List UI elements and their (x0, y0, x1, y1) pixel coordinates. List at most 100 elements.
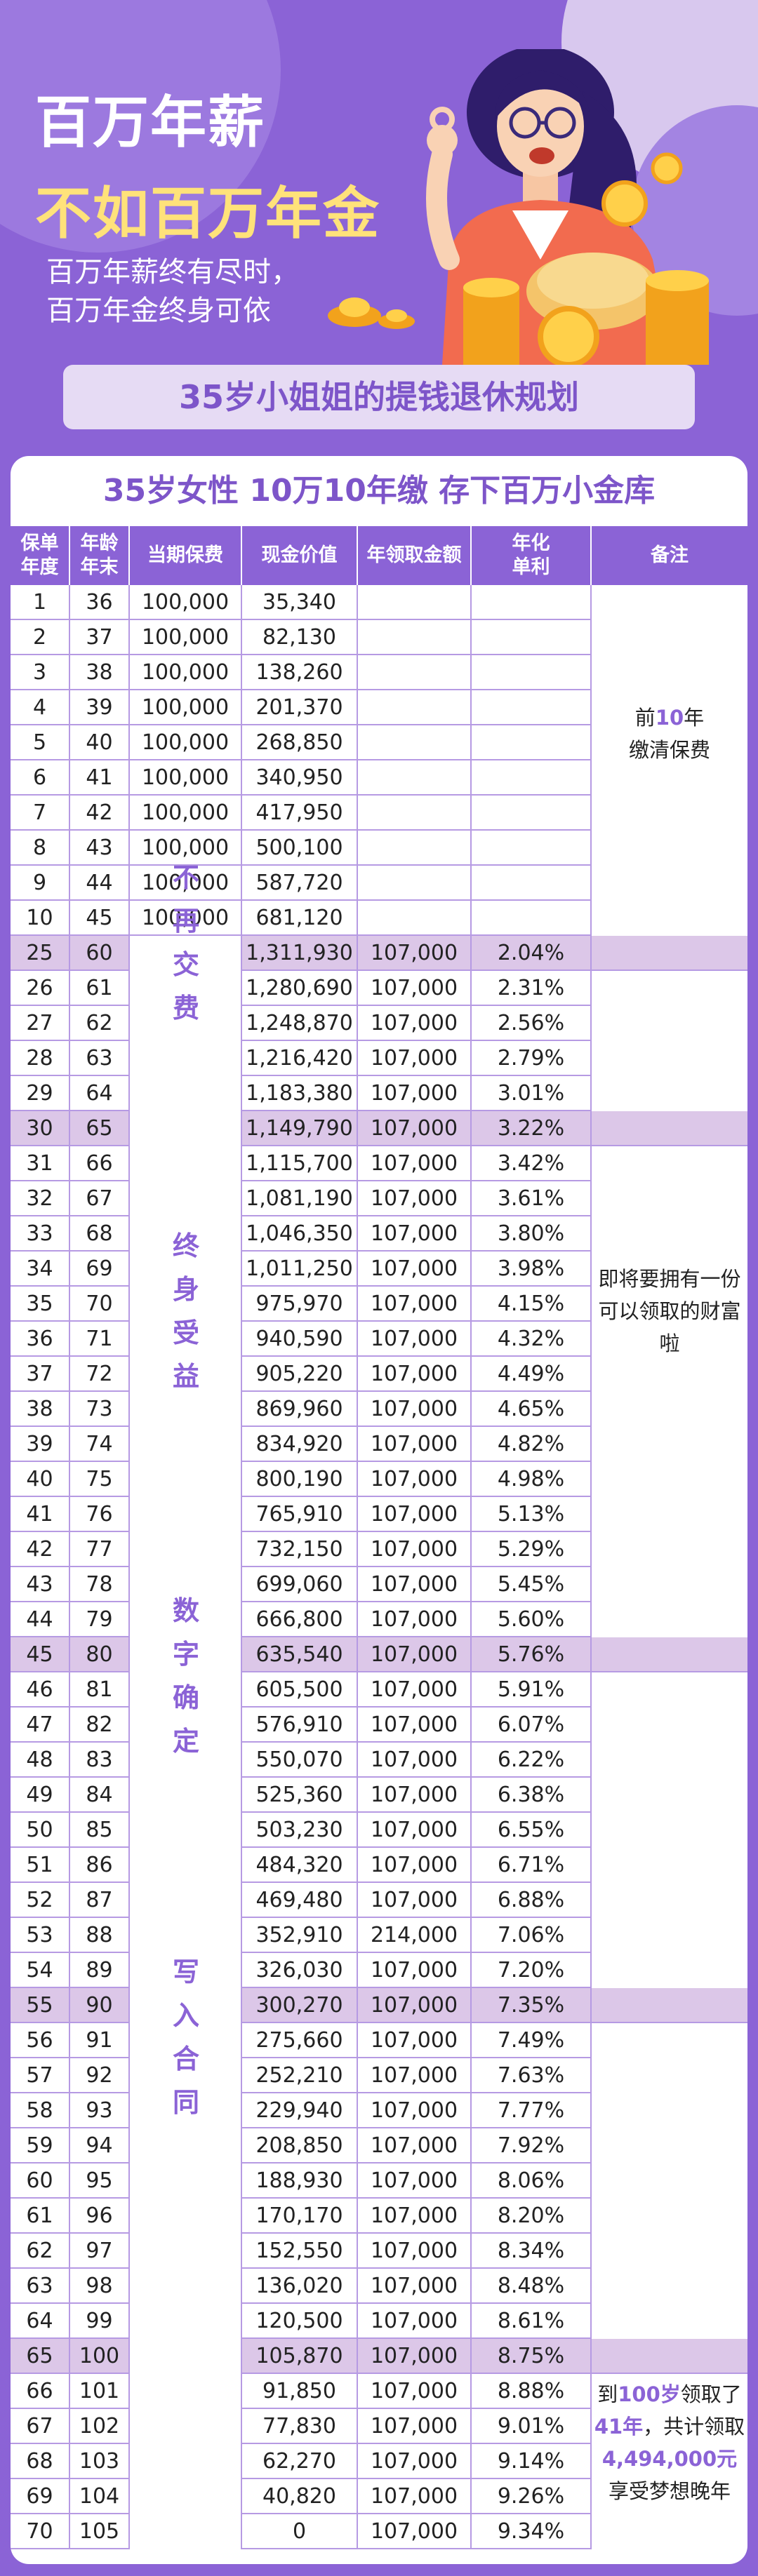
table-cell (592, 866, 747, 901)
table-cell: 834,920 (242, 1427, 358, 1462)
table-cell (130, 1532, 242, 1567)
table-cell (592, 1953, 747, 1988)
table-cell: 40 (11, 1462, 70, 1497)
subtitle-line-2: 百万年金终身可依 (46, 295, 271, 327)
table-cell (130, 1848, 242, 1883)
table-cell (592, 655, 747, 690)
table-cell (592, 1883, 747, 1918)
table-cell: 105 (70, 2514, 130, 2549)
table-cell: 105,870 (242, 2339, 358, 2374)
table-cell: 9.01% (472, 2409, 592, 2444)
table-cell: 352,910 (242, 1918, 358, 1953)
table-cell: 7.35% (472, 1988, 592, 2023)
table-cell (130, 1778, 242, 1813)
table-cell: 107,000 (358, 1883, 472, 1918)
vertical-label: 写入合同 (172, 1957, 199, 2118)
table-cell: 38 (70, 655, 130, 690)
table-cell: 56 (11, 2023, 70, 2058)
table-cell: 68 (11, 2444, 70, 2479)
table-cell (358, 585, 472, 620)
table-cell (592, 1181, 747, 1216)
table-cell: 101 (70, 2374, 130, 2409)
table-cell: 525,360 (242, 1778, 358, 1813)
table-cell (472, 585, 592, 620)
table-cell (472, 796, 592, 831)
table-cell (472, 831, 592, 866)
table-cell (592, 2093, 747, 2128)
table-cell (592, 1602, 747, 1637)
table-cell: 107,000 (358, 1743, 472, 1778)
table-cell (130, 1883, 242, 1918)
table-cell: 60 (11, 2164, 70, 2199)
table-cell: 32 (11, 1181, 70, 1216)
table-cell: 39 (11, 1427, 70, 1462)
table-cell: 2.79% (472, 1041, 592, 1076)
table-cell: 6.22% (472, 1743, 592, 1778)
table-cell: 605,500 (242, 1672, 358, 1708)
table-cell: 81 (70, 1672, 130, 1708)
table-cell (592, 1041, 747, 1076)
table-cell: 97 (70, 2234, 130, 2269)
table-cell (130, 2199, 242, 2234)
table-cell: 103 (70, 2444, 130, 2479)
note-text: 缴清保费 (628, 738, 710, 762)
table-cell (130, 2128, 242, 2164)
table-cell: 3.61% (472, 1181, 592, 1216)
table-cell: 732,150 (242, 1532, 358, 1567)
hero-section: 百万年薪 不如百万年金 百万年薪终有尽时， 百万年金终身可依 35岁小姐姐的提钱… (0, 0, 758, 456)
table-cell (130, 2514, 242, 2549)
table-cell: 4.82% (472, 1427, 592, 1462)
table-cell: 6.07% (472, 1708, 592, 1743)
table-cell: 107,000 (358, 2339, 472, 2374)
table-cell: 10 (11, 901, 70, 936)
table-cell: 71 (70, 1322, 130, 1357)
table-cell (592, 831, 747, 866)
table-cell: 6 (11, 760, 70, 796)
table-cell (592, 1357, 747, 1392)
table-cell: 100,000 (130, 655, 242, 690)
table-cell: 107,000 (358, 971, 472, 1006)
table-cell: 107,000 (358, 1006, 472, 1041)
table-cell (472, 690, 592, 725)
note-highlight: 41年 (594, 2415, 644, 2439)
note-paid-up: 前10年 缴清保费 (592, 702, 747, 766)
table-cell (130, 2339, 242, 2374)
table-cell: 107,000 (358, 1322, 472, 1357)
table-cell: 58 (11, 2093, 70, 2128)
table-cell: 8.75% (472, 2339, 592, 2374)
table-cell (130, 2409, 242, 2444)
vertical-label: 数字确定 (172, 1595, 199, 1757)
table-cell: 152,550 (242, 2234, 358, 2269)
plan-banner: 35岁小姐姐的提钱退休规划 (63, 365, 695, 429)
note-text: 前 (634, 706, 656, 730)
table-cell: 699,060 (242, 1567, 358, 1602)
table-cell (592, 1567, 747, 1602)
table-cell (592, 2058, 747, 2093)
table-cell (472, 901, 592, 936)
table-cell: 107,000 (358, 2304, 472, 2339)
table-cell (130, 1076, 242, 1111)
table-cell: 100,000 (130, 620, 242, 655)
table-cell: 3.80% (472, 1216, 592, 1252)
table-cell: 0 (242, 2514, 358, 2549)
table-cell (592, 1988, 747, 2023)
table-cell: 29 (11, 1076, 70, 1111)
table-cell: 905,220 (242, 1357, 358, 1392)
table-cell: 77,830 (242, 2409, 358, 2444)
table-cell: 61 (70, 971, 130, 1006)
table-cell (592, 1392, 747, 1427)
table-cell (592, 1918, 747, 1953)
vertical-label: 终身受益 (172, 1230, 199, 1392)
table-cell: 43 (70, 831, 130, 866)
table-cell: 85 (70, 1813, 130, 1848)
table-cell: 98 (70, 2269, 130, 2304)
table-cell (592, 936, 747, 971)
table-cell: 9.14% (472, 2444, 592, 2479)
table-cell: 940,590 (242, 1322, 358, 1357)
table-cell: 120,500 (242, 2304, 358, 2339)
table-header-cell: 保单 年度 (11, 526, 70, 585)
table-cell: 635,540 (242, 1637, 358, 1672)
table-cell (358, 760, 472, 796)
table-cell: 800,190 (242, 1462, 358, 1497)
table-cell (592, 1778, 747, 1813)
